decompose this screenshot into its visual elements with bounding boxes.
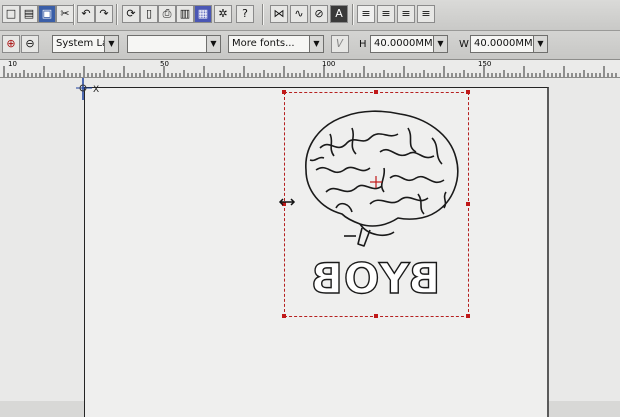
resize-handle[interactable] (374, 90, 378, 94)
resize-handle[interactable] (282, 90, 286, 94)
node-edit-icon[interactable]: ⋈ (270, 5, 288, 23)
ruler-label: 100 (322, 60, 336, 68)
artwork-text[interactable]: BYOB (300, 253, 450, 303)
toolbar-separator (352, 4, 354, 25)
origin-label: X (93, 85, 100, 95)
height-label: H (359, 39, 367, 50)
zoom-in-icon[interactable]: ⊕ (2, 35, 20, 53)
align-center-icon[interactable]: ≡ (377, 5, 395, 23)
open-icon[interactable]: ▤ (20, 5, 38, 23)
chevron-down-icon[interactable]: ▼ (104, 36, 118, 52)
resize-handle[interactable] (466, 202, 470, 206)
ruler-ticks (3, 66, 617, 77)
spline-icon[interactable]: ∿ (290, 5, 308, 23)
barcode-icon[interactable]: ▥ (176, 5, 194, 23)
resize-handle[interactable] (466, 314, 470, 318)
tools-icon[interactable]: ✂ (56, 5, 74, 23)
ruler-label: 150 (478, 60, 492, 68)
save-icon[interactable]: ▣ (38, 5, 56, 23)
align-left-icon[interactable]: ≡ (357, 5, 375, 23)
chevron-down-icon[interactable]: ▼ (433, 36, 447, 52)
italic-icon[interactable]: 𝑉 (331, 35, 349, 53)
drawing-canvas[interactable]: X BYOB (0, 78, 620, 417)
ruler-label: 50 (160, 60, 169, 68)
toolbar-separator (262, 4, 264, 25)
rotate-icon[interactable]: ⟳ (122, 5, 140, 23)
image-icon[interactable]: ▦ (194, 5, 212, 23)
undo-icon[interactable]: ↶ (77, 5, 95, 23)
new-icon[interactable]: □ (2, 5, 20, 23)
width-label: W (459, 39, 469, 50)
font-combo[interactable]: More fonts... ▼ (228, 35, 324, 53)
height-field[interactable]: 40.0000MM ▼ (370, 35, 448, 53)
print-icon[interactable]: ⎙ (158, 5, 176, 23)
chevron-down-icon[interactable]: ▼ (206, 36, 220, 52)
chevron-down-icon[interactable]: ▼ (309, 36, 323, 52)
resize-handle[interactable] (374, 314, 378, 318)
resize-handle[interactable] (282, 314, 286, 318)
justify-icon[interactable]: ≡ (417, 5, 435, 23)
bulb-icon[interactable]: ✲ (214, 5, 232, 23)
ruler-label: 10 (8, 60, 17, 68)
page-icon[interactable]: ▯ (140, 5, 158, 23)
toolbar-separator (73, 4, 75, 25)
style-combo[interactable]: ▼ (127, 35, 221, 53)
height-value: 40.0000MM (374, 38, 433, 49)
redo-icon[interactable]: ↷ (95, 5, 113, 23)
horizontal-ruler: 10 50 100 150 (0, 60, 620, 78)
toolbar-separator (116, 4, 118, 25)
shape-icon[interactable]: ⊘ (310, 5, 328, 23)
zoom-out-icon[interactable]: ⊖ (21, 35, 39, 53)
chevron-down-icon[interactable]: ▼ (533, 36, 547, 52)
origin-marker-icon (76, 78, 92, 100)
system-combo[interactable]: System Lan ▼ (52, 35, 119, 53)
width-field[interactable]: 40.0000MM ▼ (470, 35, 548, 53)
align-right-icon[interactable]: ≡ (397, 5, 415, 23)
text-tool-icon[interactable]: A (330, 5, 348, 23)
font-combo-value: More fonts... (232, 38, 295, 49)
resize-cursor-icon (278, 198, 296, 206)
brain-artwork[interactable] (300, 108, 464, 253)
main-toolbar: □ ▤ ▣ ✂ ↶ ↷ ⟳ ▯ ⎙ ▥ ▦ ✲ ? ⋈ ∿ ⊘ A ≡ ≡ ≡ … (0, 0, 620, 31)
resize-handle[interactable] (466, 90, 470, 94)
format-toolbar: ⊕ ⊖ System Lan ▼ ▼ More fonts... ▼ 𝑉 H 4… (0, 31, 620, 60)
width-value: 40.0000MM (474, 38, 533, 49)
help-icon[interactable]: ? (236, 5, 254, 23)
